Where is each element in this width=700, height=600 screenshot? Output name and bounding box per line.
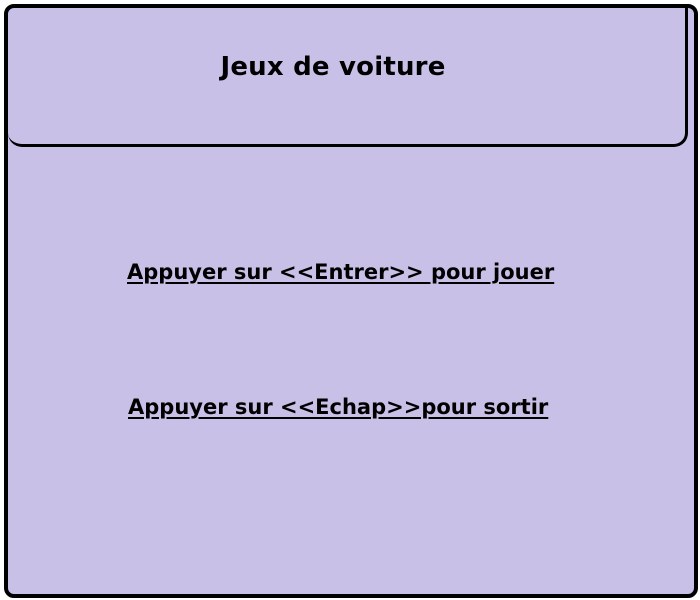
quit-instruction-link[interactable]: Appuyer sur <<Echap>>pour sortir [128, 395, 548, 419]
title-header: Jeux de voiture [8, 8, 688, 147]
game-menu-window: Jeux de voiture Appuyer sur <<Entrer>> p… [4, 4, 698, 598]
game-title: Jeux de voiture [220, 52, 446, 82]
play-instruction-link[interactable]: Appuyer sur <<Entrer>> pour jouer [127, 260, 554, 284]
